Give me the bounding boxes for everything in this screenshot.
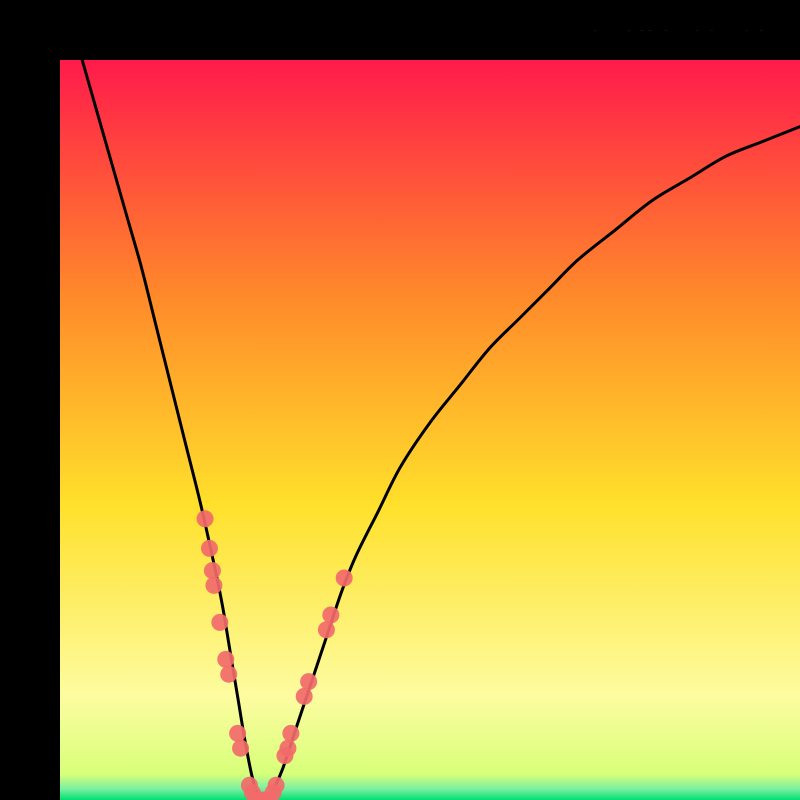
data-marker xyxy=(205,577,222,594)
data-marker xyxy=(220,666,237,683)
data-marker xyxy=(279,740,296,757)
data-marker xyxy=(211,614,228,631)
data-marker xyxy=(268,777,285,794)
data-marker xyxy=(217,651,234,668)
data-marker xyxy=(204,562,221,579)
chart-plot-area xyxy=(60,60,800,800)
chart-stage: TheBottleneck.com xyxy=(0,0,800,800)
data-marker xyxy=(296,688,313,705)
data-marker xyxy=(201,540,218,557)
data-marker xyxy=(232,740,249,757)
data-marker xyxy=(197,510,214,527)
data-marker xyxy=(318,621,335,638)
chart-svg xyxy=(60,60,800,800)
data-marker xyxy=(229,725,246,742)
chart-frame xyxy=(0,0,800,800)
data-marker xyxy=(336,570,353,587)
data-marker xyxy=(300,673,317,690)
data-marker xyxy=(322,607,339,624)
data-marker xyxy=(282,725,299,742)
